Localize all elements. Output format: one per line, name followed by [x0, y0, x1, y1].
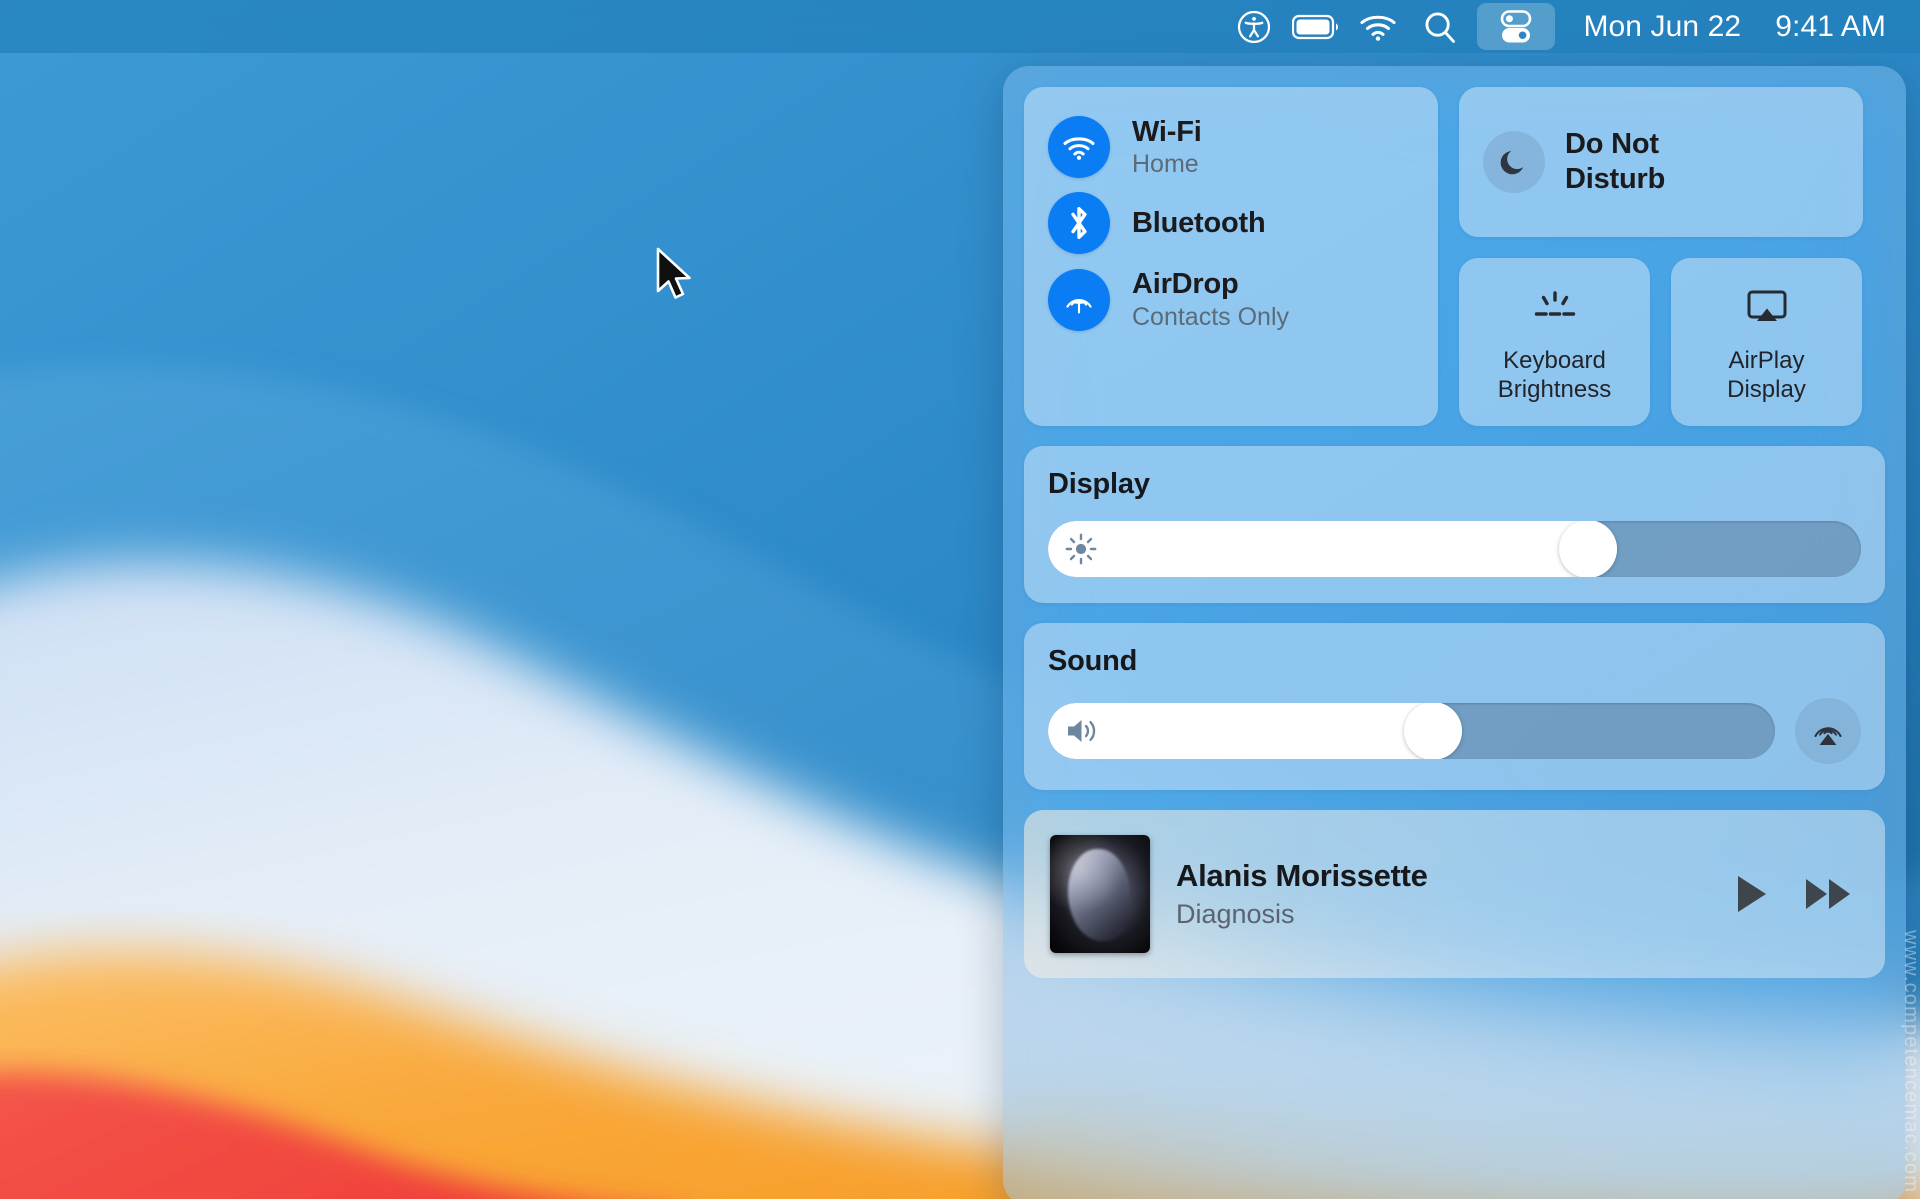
- mini-tiles-row: Keyboard Brightness AirPlay Display: [1459, 258, 1863, 426]
- battery-icon[interactable]: [1285, 0, 1347, 53]
- airplay-display-tile[interactable]: AirPlay Display: [1671, 258, 1862, 426]
- bluetooth-label: Bluetooth: [1132, 207, 1266, 239]
- airdrop-visibility: Contacts Only: [1132, 303, 1289, 331]
- watermark: www.competencemac.com: [1899, 930, 1920, 1193]
- play-button[interactable]: [1733, 873, 1769, 915]
- dnd-label-line2: Disturb: [1565, 162, 1665, 197]
- keyboard-brightness-tile[interactable]: Keyboard Brightness: [1459, 258, 1650, 426]
- airplay-display-label-line2: Display: [1727, 376, 1806, 405]
- sound-slider-row: [1048, 698, 1861, 764]
- bluetooth-icon: [1048, 192, 1110, 254]
- control-center-icon[interactable]: [1477, 3, 1555, 50]
- keyboard-brightness-label-line2: Brightness: [1498, 376, 1611, 405]
- now-playing-module[interactable]: Alanis Morissette Diagnosis: [1024, 810, 1885, 978]
- display-module: Display: [1024, 446, 1885, 603]
- sound-module: Sound: [1024, 623, 1885, 790]
- airplay-audio-button[interactable]: [1795, 698, 1861, 764]
- wifi-icon: [1048, 116, 1110, 178]
- display-brightness-slider[interactable]: [1048, 521, 1861, 577]
- wifi-icon[interactable]: [1347, 0, 1409, 53]
- sound-label: Sound: [1048, 645, 1861, 678]
- playback-controls: [1733, 873, 1855, 915]
- do-not-disturb-tile[interactable]: Do Not Disturb: [1459, 87, 1863, 237]
- sound-volume-slider[interactable]: [1048, 703, 1775, 759]
- now-playing-track: Diagnosis: [1176, 899, 1733, 930]
- control-center-panel: Wi-Fi Home Bluetooth: [1003, 66, 1906, 1199]
- arrow-cursor: [655, 247, 695, 310]
- menubar-date[interactable]: Mon Jun 22: [1579, 0, 1745, 53]
- moon-icon: [1483, 131, 1545, 193]
- bluetooth-control[interactable]: Bluetooth: [1024, 185, 1438, 261]
- menubar-clock[interactable]: 9:41 AM: [1771, 0, 1890, 53]
- display-label: Display: [1048, 468, 1861, 501]
- speaker-icon: [1064, 715, 1102, 747]
- airplay-display-icon: [1742, 279, 1792, 339]
- brightness-icon: [1064, 532, 1098, 566]
- wifi-control[interactable]: Wi-Fi Home: [1024, 109, 1438, 185]
- control-center-top-right: Do Not Disturb: [1459, 87, 1863, 426]
- wifi-label: Wi-Fi: [1132, 116, 1202, 148]
- airdrop-icon: [1048, 269, 1110, 331]
- accessibility-icon[interactable]: [1223, 0, 1285, 53]
- dnd-label-line1: Do Not: [1565, 127, 1665, 162]
- airdrop-control[interactable]: AirDrop Contacts Only: [1024, 261, 1438, 337]
- connectivity-card: Wi-Fi Home Bluetooth: [1024, 87, 1438, 426]
- album-artwork: [1050, 835, 1150, 953]
- next-track-button[interactable]: [1803, 874, 1855, 914]
- keyboard-brightness-icon: [1529, 279, 1581, 339]
- menu-bar: Mon Jun 22 9:41 AM: [0, 0, 1920, 53]
- now-playing-artist: Alanis Morissette: [1176, 858, 1733, 894]
- control-center-top-row: Wi-Fi Home Bluetooth: [1024, 87, 1885, 426]
- search-icon[interactable]: [1409, 0, 1471, 53]
- airdrop-label: AirDrop: [1132, 268, 1289, 300]
- display-slider-row: [1048, 521, 1861, 577]
- keyboard-brightness-label-line1: Keyboard: [1498, 347, 1611, 376]
- airplay-display-label-line1: AirPlay: [1727, 347, 1806, 376]
- wifi-network-name: Home: [1132, 150, 1202, 178]
